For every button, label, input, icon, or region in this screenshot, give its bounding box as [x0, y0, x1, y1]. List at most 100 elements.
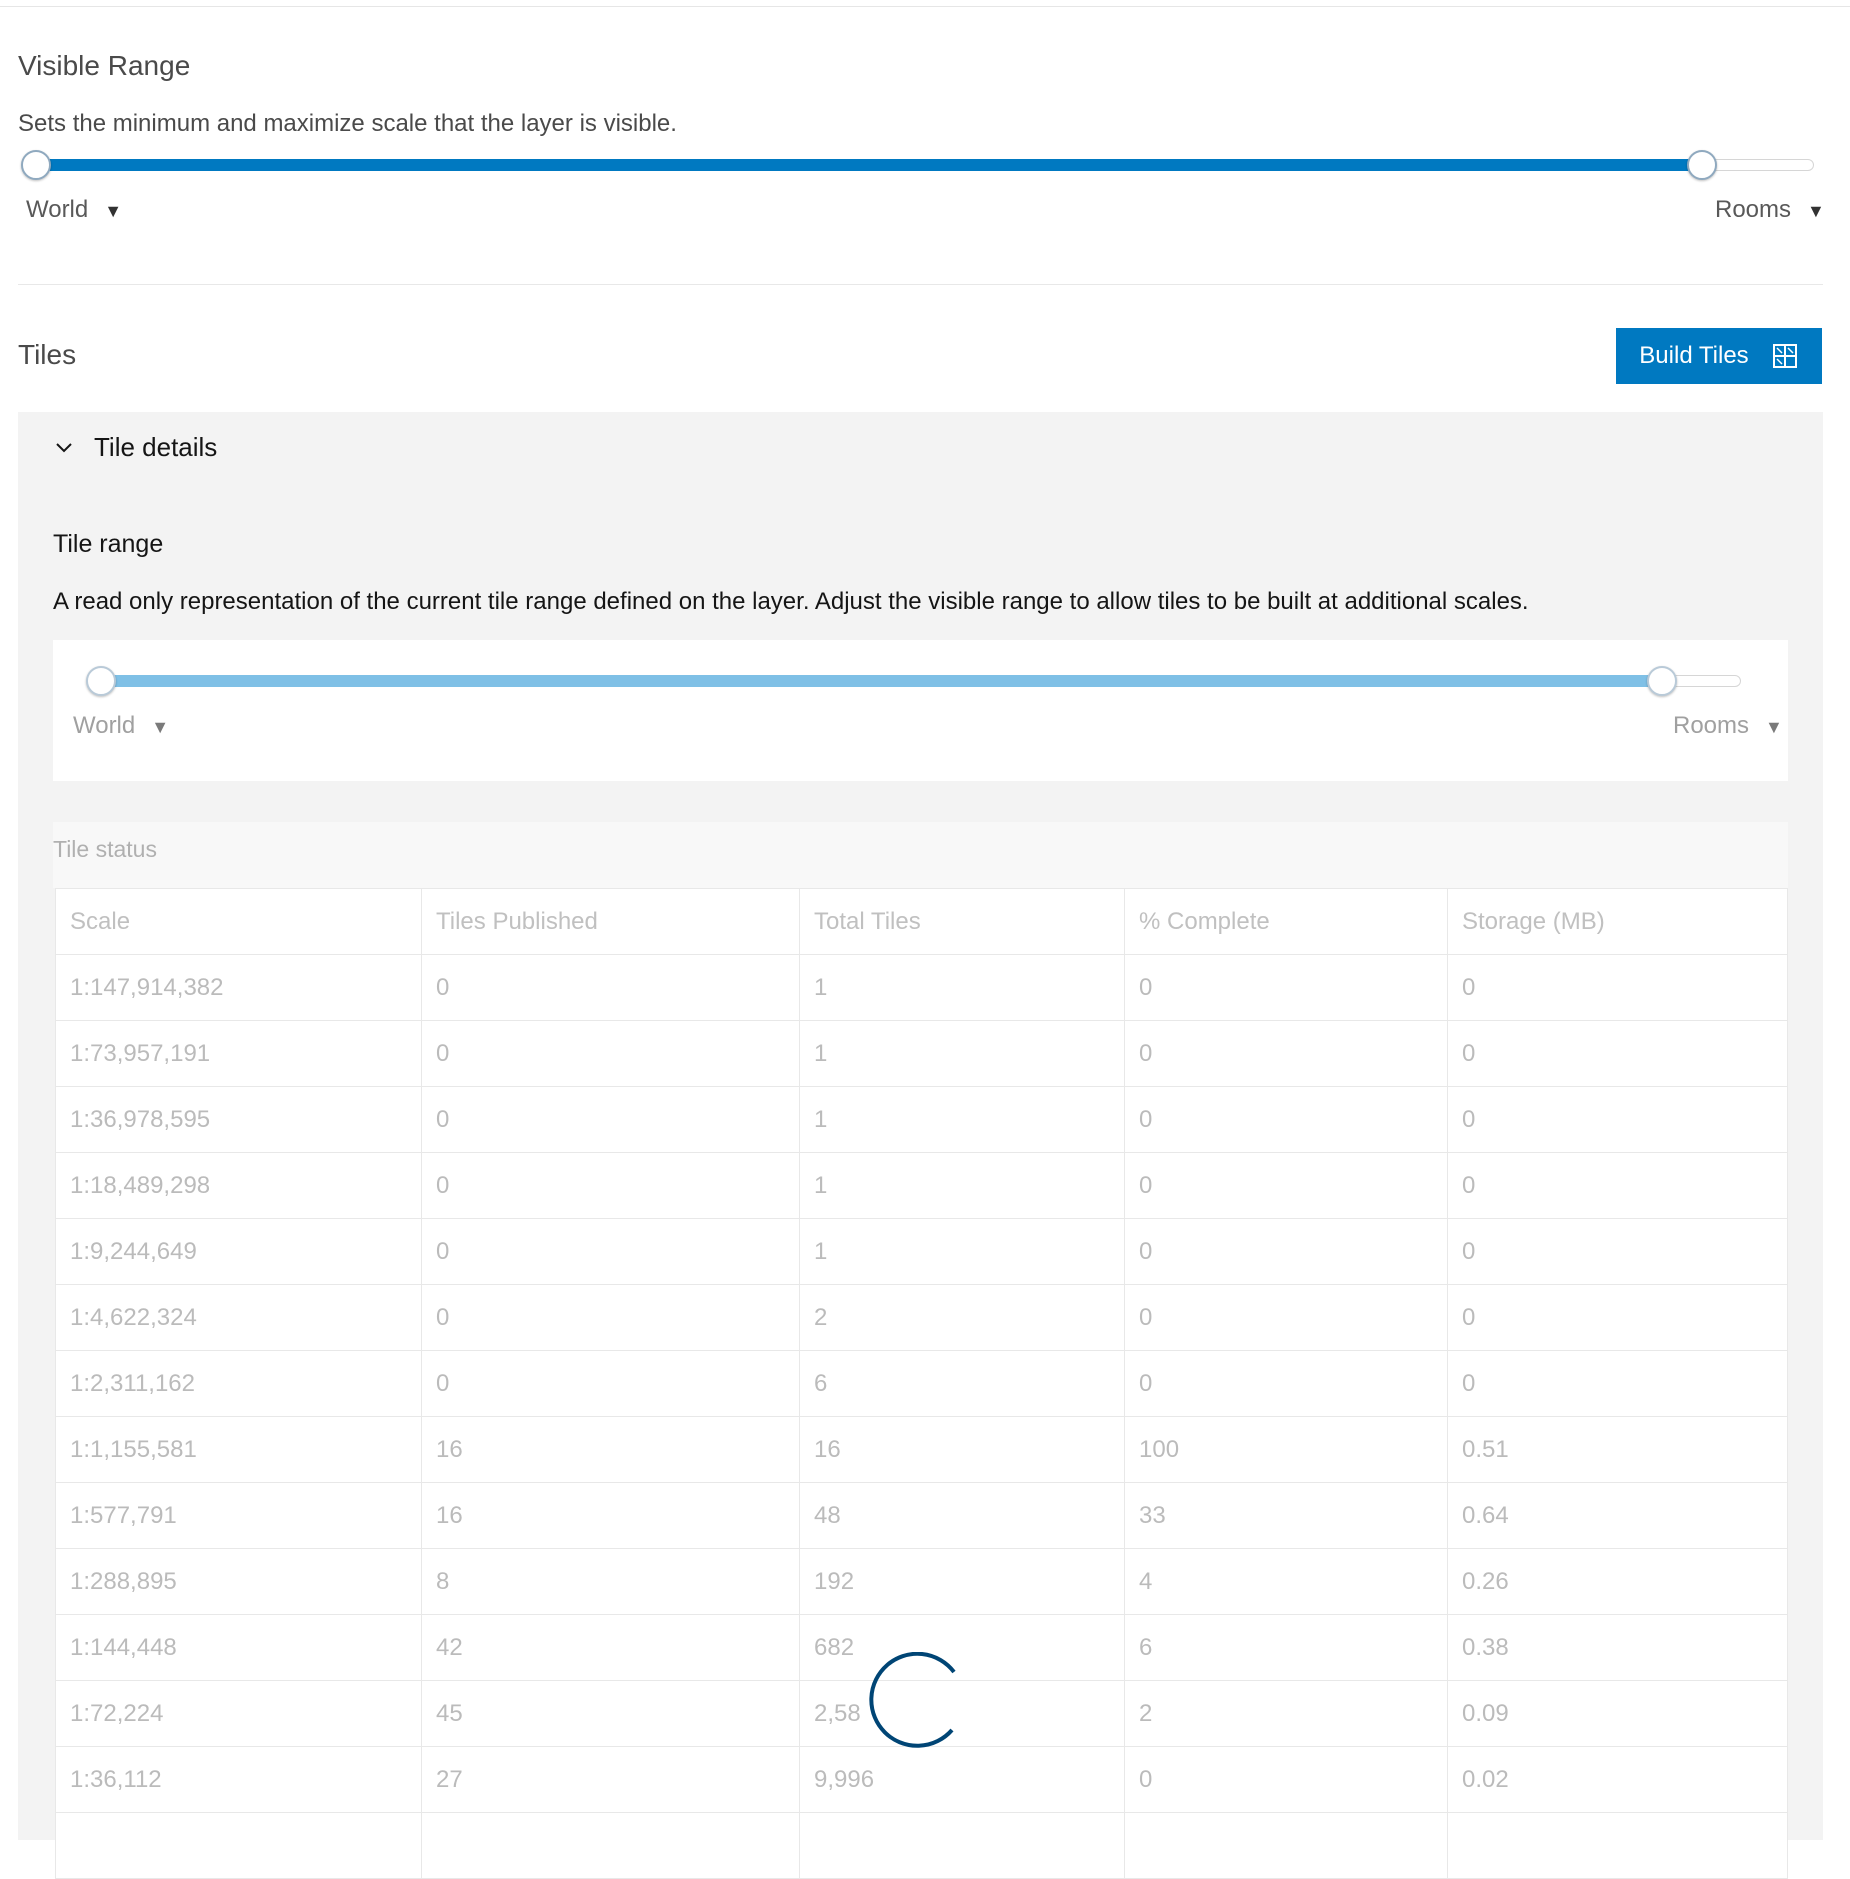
- cell-scale: 1:36,112: [55, 1746, 422, 1813]
- cell-total-tiles: 16: [799, 1416, 1125, 1483]
- cell-percent-complete: 100: [1124, 1416, 1448, 1483]
- caret-down-icon: ▼: [104, 201, 123, 221]
- cell-storage: 0.64: [1447, 1482, 1788, 1549]
- cell-tiles-published: 16: [421, 1482, 800, 1549]
- tile-range-description: A read only representation of the curren…: [53, 588, 1529, 615]
- cell-scale: 1:18,489,298: [55, 1152, 422, 1219]
- cell-storage: 0: [1447, 1350, 1788, 1417]
- cell-total-tiles: 192: [799, 1548, 1125, 1615]
- cell-storage: 0.02: [1447, 1746, 1788, 1813]
- cell-scale: 1:144,448: [55, 1614, 422, 1681]
- table-row: 1:4,622,324 0 2 0 0: [55, 1284, 1788, 1351]
- cell-scale: 1:72,224: [55, 1680, 422, 1747]
- tile-details-panel: Tile details Tile range A read only repr…: [18, 412, 1823, 1879]
- cell-tiles-published: 0: [421, 1284, 800, 1351]
- visible-range-slider[interactable]: [21, 150, 1814, 180]
- cell-storage: 0.51: [1447, 1416, 1788, 1483]
- min-scale-value: World: [26, 196, 89, 223]
- column-header-tiles-published: Tiles Published: [421, 888, 800, 955]
- table-row: 1:288,895 8 192 4 0.26: [55, 1548, 1788, 1615]
- cell-scale: 1:9,244,649: [55, 1218, 422, 1285]
- cell-total-tiles: 9,996: [799, 1746, 1125, 1813]
- cell-percent-complete: 0: [1124, 1746, 1448, 1813]
- tile-details-header: Tile details: [94, 432, 218, 462]
- min-scale-handle: [86, 666, 116, 696]
- cell-tiles-published: 27: [421, 1746, 800, 1813]
- cell-scale: 1:2,311,162: [55, 1350, 422, 1417]
- table-row: 1:577,791 16 48 33 0.64: [55, 1482, 1788, 1549]
- top-divider: [0, 6, 1850, 7]
- cell-percent-complete: 0: [1124, 1218, 1448, 1285]
- slider-selected-range: [89, 675, 1654, 687]
- cell-total-tiles: 1: [799, 1020, 1125, 1087]
- cell-tiles-published: 8: [421, 1548, 800, 1615]
- cell-percent-complete: 0: [1124, 1020, 1448, 1087]
- cell-storage: 0: [1447, 1218, 1788, 1285]
- min-scale-dropdown[interactable]: World ▼: [26, 196, 122, 224]
- cell-tiles-published: 0: [421, 1020, 800, 1087]
- cell-scale: 1:147,914,382: [55, 954, 422, 1021]
- caret-down-icon: ▼: [151, 717, 170, 737]
- max-scale-handle[interactable]: [1687, 150, 1717, 180]
- table-row: [55, 1812, 1788, 1879]
- cell-storage: 0.09: [1447, 1680, 1788, 1747]
- cell-percent-complete: 0: [1124, 1086, 1448, 1153]
- tile-min-scale-value: World: [73, 712, 136, 739]
- cell-percent-complete: 0: [1124, 1350, 1448, 1417]
- cell-total-tiles: 1: [799, 1086, 1125, 1153]
- max-scale-handle: [1647, 666, 1677, 696]
- chevron-down-icon: [56, 442, 72, 452]
- max-scale-dropdown[interactable]: Rooms ▼: [1715, 196, 1825, 224]
- caret-down-icon: ▼: [1807, 201, 1825, 221]
- cell-percent-complete: 4: [1124, 1548, 1448, 1615]
- cell-storage: 0: [1447, 1152, 1788, 1219]
- cell-tiles-published: 0: [421, 1350, 800, 1417]
- table-row: 1:36,978,595 0 1 0 0: [55, 1086, 1788, 1153]
- cell-percent-complete: 33: [1124, 1482, 1448, 1549]
- build-tiles-label: Build Tiles: [1639, 342, 1749, 369]
- tile-range-title: Tile range: [53, 530, 164, 558]
- cell-total-tiles: [799, 1812, 1125, 1879]
- tile-min-scale-dropdown: World ▼: [73, 712, 169, 740]
- cell-percent-complete: 0: [1124, 1152, 1448, 1219]
- max-scale-value: Rooms: [1715, 196, 1792, 223]
- table-row: 1:36,112 27 9,996 0 0.02: [55, 1746, 1788, 1813]
- slider-selected-range: [24, 159, 1704, 171]
- cell-percent-complete: 2: [1124, 1680, 1448, 1747]
- table-row: 1:18,489,298 0 1 0 0: [55, 1152, 1788, 1219]
- table-row: 1:147,914,382 0 1 0 0: [55, 954, 1788, 1021]
- cell-tiles-published: 0: [421, 1218, 800, 1285]
- min-scale-handle[interactable]: [21, 150, 51, 180]
- cell-total-tiles: 1: [799, 954, 1125, 1021]
- cell-storage: 0: [1447, 954, 1788, 1021]
- cell-tiles-published: [421, 1812, 800, 1879]
- cell-tiles-published: 42: [421, 1614, 800, 1681]
- tile-range-slider: [86, 666, 1741, 696]
- cell-percent-complete: 6: [1124, 1614, 1448, 1681]
- cell-percent-complete: 0: [1124, 1284, 1448, 1351]
- cell-total-tiles: 6: [799, 1350, 1125, 1417]
- column-header-storage: Storage (MB): [1447, 888, 1788, 955]
- build-tiles-button[interactable]: Build Tiles: [1616, 328, 1822, 384]
- table-row: 1:2,311,162 0 6 0 0: [55, 1350, 1788, 1417]
- cell-storage: [1447, 1812, 1788, 1879]
- cell-storage: 0: [1447, 1086, 1788, 1153]
- cell-scale: [55, 1812, 422, 1879]
- cell-total-tiles: 1: [799, 1152, 1125, 1219]
- cell-scale: 1:4,622,324: [55, 1284, 422, 1351]
- cell-scale: 1:36,978,595: [55, 1086, 422, 1153]
- tile-max-scale-dropdown: Rooms ▼: [1673, 712, 1783, 740]
- tile-range-box: World ▼ Rooms ▼: [53, 640, 1788, 781]
- visible-range-description: Sets the minimum and maximize scale that…: [18, 110, 677, 137]
- visible-range-title: Visible Range: [18, 50, 191, 81]
- table-row: 1:73,957,191 0 1 0 0: [55, 1020, 1788, 1087]
- cell-percent-complete: 0: [1124, 954, 1448, 1021]
- cell-scale: 1:288,895: [55, 1548, 422, 1615]
- cell-tiles-published: 0: [421, 1086, 800, 1153]
- cell-percent-complete: [1124, 1812, 1448, 1879]
- cell-tiles-published: 45: [421, 1680, 800, 1747]
- cell-storage: 0.38: [1447, 1614, 1788, 1681]
- section-divider: [18, 284, 1823, 285]
- cell-tiles-published: 16: [421, 1416, 800, 1483]
- tile-details-toggle[interactable]: Tile details: [54, 432, 217, 463]
